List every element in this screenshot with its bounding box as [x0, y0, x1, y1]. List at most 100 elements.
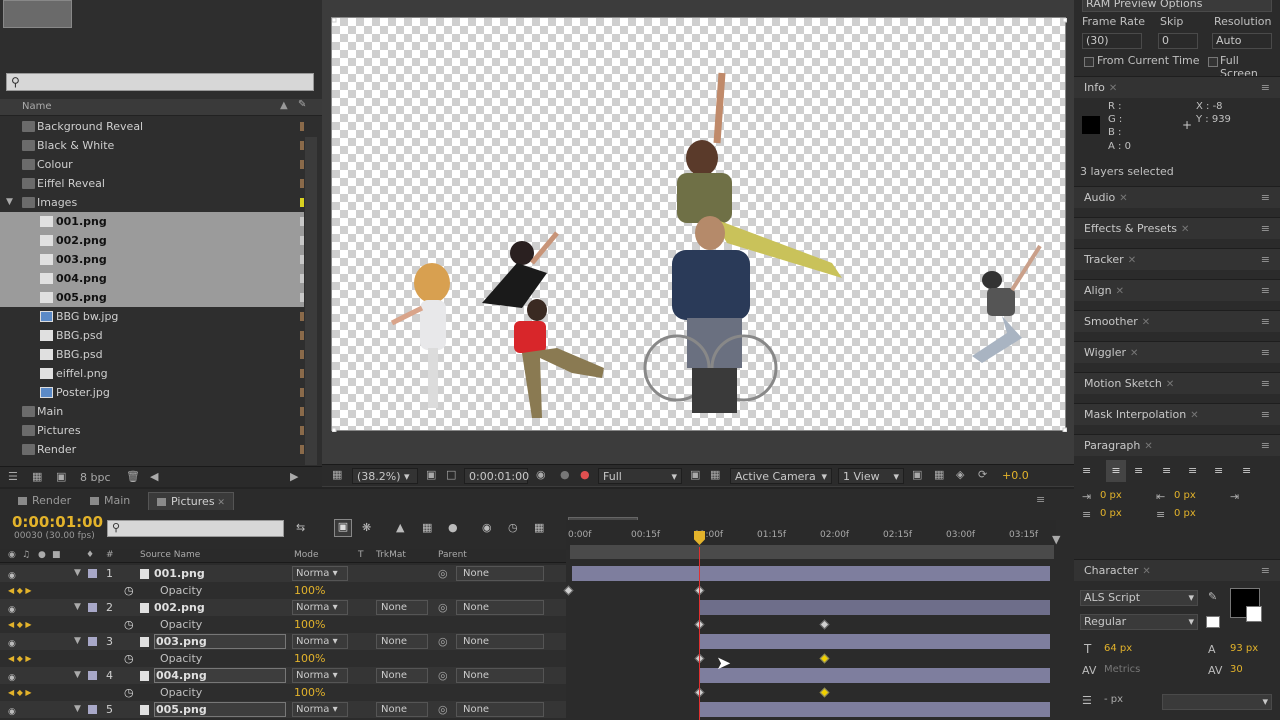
channel-icon[interactable]: ● — [580, 468, 590, 481]
project-item[interactable]: Pictures — [0, 421, 304, 440]
label-color-tag[interactable] — [300, 236, 304, 245]
parent-header[interactable]: Parent — [438, 550, 467, 560]
stopwatch-icon[interactable]: ◷ — [124, 684, 134, 701]
label-color-tag[interactable] — [300, 445, 304, 454]
project-item[interactable]: BBG.psd — [0, 326, 304, 345]
twirl-icon[interactable]: ▼ — [74, 667, 81, 684]
panel-title-4[interactable]: Smoother ✕ ≡ — [1074, 310, 1280, 332]
viewer-timecode[interactable]: 0:00:01:00 — [464, 468, 529, 484]
folder-twirl-icon[interactable]: ▼ — [6, 193, 13, 212]
layer-name[interactable]: 004.png — [154, 668, 286, 683]
scroll-left-icon[interactable]: ◀ — [150, 470, 158, 483]
trash-icon[interactable]: 🗑 — [126, 470, 140, 483]
justify-all-icon[interactable]: ≡ — [1242, 464, 1251, 477]
close-icon[interactable]: ✕ — [1142, 317, 1150, 328]
eye-icon[interactable]: ◉ — [8, 704, 18, 717]
align-right-icon[interactable]: ≡ — [1134, 464, 1143, 477]
resolution-dropdown-preview[interactable]: Auto — [1212, 33, 1272, 49]
parent-dropdown[interactable]: None — [456, 702, 544, 717]
stroke-width-value[interactable]: - px — [1104, 694, 1123, 705]
label-color-tag[interactable] — [300, 141, 304, 150]
panel-title-3[interactable]: Align ✕ ≡ — [1074, 279, 1280, 301]
sort-arrow-icon[interactable]: ▲ — [280, 100, 288, 111]
label-color-tag[interactable] — [300, 369, 304, 378]
hide-shy-icon[interactable]: ▲ — [396, 521, 404, 534]
indent-right-value[interactable]: 0 px — [1174, 490, 1196, 501]
draft-3d-icon[interactable]: ❋ — [362, 521, 371, 534]
tab-1[interactable]: Main — [82, 492, 138, 510]
parent-dropdown[interactable]: None — [456, 634, 544, 649]
project-search-input[interactable]: ⚲ — [6, 73, 314, 91]
close-icon[interactable]: ✕ — [1128, 255, 1136, 266]
label-color-swatch[interactable] — [88, 603, 97, 612]
preview-options-dropdown[interactable]: RAM Preview Options — [1082, 0, 1272, 12]
label-color-tag[interactable] — [300, 179, 304, 188]
property-value[interactable]: 100% — [294, 582, 325, 599]
project-item[interactable]: 003.png — [0, 250, 304, 269]
pick-whip-icon[interactable]: ◎ — [438, 599, 448, 616]
pick-whip-icon[interactable]: ◎ — [438, 701, 448, 718]
project-item[interactable]: BBG bw.jpg — [0, 307, 304, 326]
panel-title-7[interactable]: Mask Interpolation ✕ ≡ — [1074, 403, 1280, 425]
label-color-swatch[interactable] — [88, 569, 97, 578]
panel-menu-icon[interactable]: ≡ — [1261, 404, 1270, 426]
layer-duration-bar[interactable] — [699, 634, 1050, 649]
layer-duration-bar[interactable] — [699, 600, 1050, 615]
layer-row[interactable]: ◉ ▼ 3 003.png Norma ▾ None ◎ None — [0, 633, 566, 650]
project-item[interactable]: Render — [0, 440, 304, 459]
project-item[interactable]: ▼ Images — [0, 193, 304, 212]
mode-header[interactable]: Mode — [294, 550, 319, 560]
keyframe[interactable] — [563, 585, 574, 596]
twirl-icon[interactable]: ▼ — [74, 565, 81, 582]
close-icon[interactable]: ✕ — [1116, 286, 1124, 297]
comp-flowchart-icon[interactable]: ◈ — [956, 468, 964, 481]
space-after-value[interactable]: 0 px — [1174, 508, 1196, 519]
justify-right-icon[interactable]: ≡ — [1214, 464, 1223, 477]
justify-left-icon[interactable]: ≡ — [1162, 464, 1171, 477]
property-value[interactable]: 100% — [294, 650, 325, 667]
font-size-value[interactable]: 64 px — [1104, 643, 1132, 654]
comp-mini-flowchart-icon[interactable]: ⇆ — [296, 521, 305, 534]
project-item[interactable]: eiffel.png — [0, 364, 304, 383]
panel-title-8[interactable]: Paragraph ✕ ≡ — [1074, 434, 1280, 456]
layer-row[interactable]: ◉ ▼ 5 005.png Norma ▾ None ◎ None — [0, 701, 566, 718]
pick-whip-icon[interactable]: ◎ — [438, 667, 448, 684]
layer-row[interactable]: ◉ ▼ 1 001.png Norma ▾ ◎ None — [0, 565, 566, 582]
label-color-tag[interactable] — [300, 312, 304, 321]
eye-icon[interactable]: ◉ — [8, 636, 18, 649]
project-item[interactable]: Background Reveal — [0, 117, 304, 136]
layer-name[interactable]: 002.png — [154, 599, 286, 616]
parent-dropdown[interactable]: None — [456, 566, 544, 581]
project-item[interactable]: Main — [0, 402, 304, 421]
current-time-display[interactable]: 0:00:01:00 — [12, 513, 103, 531]
t-header[interactable]: T — [358, 550, 364, 560]
project-item[interactable]: 004.png — [0, 269, 304, 288]
interpret-footage-icon[interactable]: ☰ — [8, 470, 18, 483]
eye-column-icon[interactable]: ◉ — [8, 550, 16, 560]
composition-canvas[interactable] — [331, 17, 1067, 432]
property-value[interactable]: 100% — [294, 616, 325, 633]
mode-dropdown[interactable]: Norma ▾ — [292, 566, 348, 581]
property-row[interactable]: ◀ ◆ ▶ ◷ Opacity 100% — [0, 684, 566, 701]
stopwatch-icon[interactable]: ◷ — [124, 582, 134, 599]
keyframe[interactable] — [819, 619, 830, 630]
project-item[interactable]: 002.png — [0, 231, 304, 250]
pick-whip-icon[interactable]: ◎ — [438, 565, 448, 582]
tab-2[interactable]: Pictures ✕ — [148, 492, 234, 510]
close-icon[interactable]: ✕ — [215, 498, 225, 508]
motion-blur-icon[interactable]: ● — [448, 521, 458, 534]
panel-menu-icon[interactable]: ≡ — [1261, 373, 1270, 395]
brainstorm-icon[interactable]: ◉ — [482, 521, 492, 534]
close-icon[interactable]: ✕ — [1119, 193, 1127, 204]
label-color-tag[interactable] — [300, 293, 304, 302]
project-item[interactable]: BBG.psd — [0, 345, 304, 364]
project-item[interactable]: 005.png — [0, 288, 304, 307]
skip-dropdown[interactable]: 0 — [1158, 33, 1198, 49]
keyframe[interactable] — [819, 687, 830, 698]
full-screen-checkbox[interactable] — [1208, 57, 1218, 67]
label-color-swatch[interactable] — [88, 637, 97, 646]
eyedropper-icon[interactable]: ✎ — [1208, 590, 1217, 603]
label-color-swatch[interactable] — [88, 705, 97, 714]
snapshot-icon[interactable]: ◉ — [536, 468, 546, 481]
toggle-pixel-icon[interactable]: ▣ — [912, 468, 922, 481]
